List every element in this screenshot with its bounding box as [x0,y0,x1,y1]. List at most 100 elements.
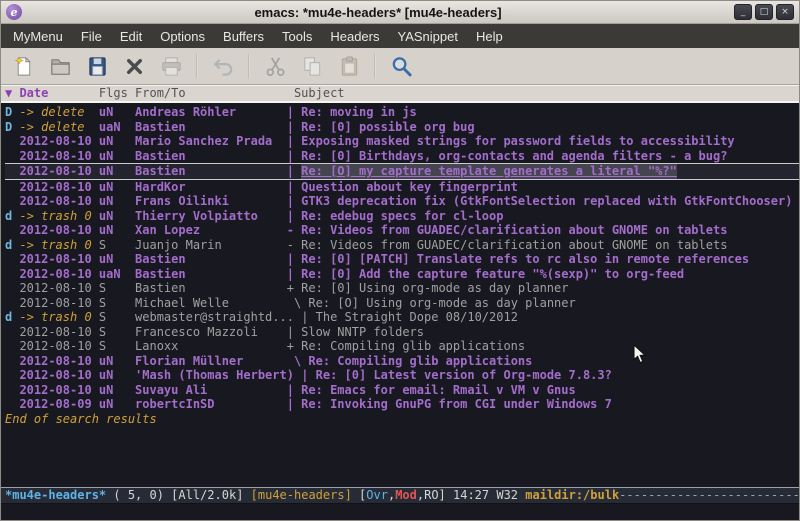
col-from: Bastien [135,149,287,164]
message-row[interactable]: 2012-08-09uNrobertcInSD| Re: Invoking Gn… [5,397,799,412]
message-row[interactable]: 2012-08-10uNXan Lopez- Re: Videos from G… [5,223,799,238]
message-row[interactable]: 2012-08-10uNSuvayu Ali| Re: Emacs for em… [5,383,799,398]
menu-edit[interactable]: Edit [111,26,151,47]
copy-icon [301,55,324,78]
col-date: 2012-08-10 [19,267,98,282]
col-prefix: | [287,134,301,149]
col-prefix: + [287,339,301,354]
message-row[interactable]: 2012-08-10uNHardKor| Question about key … [5,180,799,195]
col-from: HardKor [135,180,287,195]
titlebar[interactable]: e emacs: *mu4e-headers* [mu4e-headers] _… [1,1,799,24]
save-button[interactable] [82,51,112,81]
modeline-major-mode: [mu4e-headers] [251,488,352,502]
undo-icon [212,55,235,78]
message-row[interactable]: d-> trash 0uNThierry Volpiatto| Re: edeb… [5,209,799,224]
col-date: 2012-08-10 [19,354,98,369]
header-col-flags[interactable]: Flgs [99,86,135,101]
menu-help[interactable]: Help [467,26,512,47]
message-row[interactable]: 2012-08-10uN'Mash (Thomas Herbert)| Re: … [5,368,799,383]
col-prefix: | [287,164,301,179]
message-row[interactable]: D-> deleteuaNBastien| Re: [0] possible o… [5,120,799,135]
col-prefix: | [287,383,301,398]
message-row[interactable]: 2012-08-10SFrancesco Mazzoli| Slow NNTP … [5,325,799,340]
menu-buffers[interactable]: Buffers [214,26,273,47]
col-flags: uN [99,149,135,164]
modeline-modified-indicator: Mod [395,488,417,502]
message-row[interactable]: 2012-08-10uNMario Sanchez Prada| Exposin… [5,134,799,149]
message-row[interactable]: 2012-08-10SMichael Welle \ Re: [O] Using… [5,296,799,311]
emacs-icon: e [6,4,22,20]
col-flags: uN [99,252,135,267]
col-subject: Re: Compiling glib applications [301,339,525,354]
message-row[interactable]: d-> trash 0SJuanjo Marin- Re: Videos fro… [5,238,799,253]
header-col-from[interactable]: From/To [135,86,294,101]
col-flags: S [99,325,135,340]
close-buffer-button[interactable] [119,51,149,81]
col-from: webmaster@straightd... [135,310,301,325]
col-date: 2012-08-10 [19,368,98,383]
col-date: 2012-08-10 [19,223,98,238]
col-from: Juanjo Marin [135,238,287,253]
window-controls: _ □× [734,4,794,20]
headers-buffer[interactable]: D-> deleteuNAndreas Röhler| Re: moving i… [1,103,799,487]
col-date: 2012-08-10 [19,149,98,164]
menu-file[interactable]: File [72,26,111,47]
col-date: 2012-08-09 [19,397,98,412]
col-date: -> trash 0 [19,238,98,253]
minimize-icon: _ [741,7,746,17]
message-row[interactable]: 2012-08-10uNFlorian Müllner \ Re: Compil… [5,354,799,369]
col-prefix: | [287,325,301,340]
message-row[interactable]: 2012-08-10uaNBastien| Re: [0] Add the ca… [5,267,799,282]
message-row[interactable]: d-> trash 0Swebmaster@straightd...| The … [5,310,799,325]
col-subject: Question about key fingerprint [301,180,518,195]
message-row[interactable]: 2012-08-10uNBastien| Re: [0] [PATCH] Tra… [5,252,799,267]
menu-yasnippet[interactable]: YASnippet [388,26,466,47]
message-row[interactable]: D-> deleteuNAndreas Röhler| Re: moving i… [5,105,799,120]
menu-options[interactable]: Options [151,26,214,47]
col-flags: uN [99,368,135,383]
col-from: Bastien [135,252,287,267]
close-button[interactable]: × [776,4,794,20]
paste-icon [338,55,361,78]
mode-line: *mu4e-headers* ( 5, 0) [All/2.0k] [mu4e-… [1,487,799,504]
toolbar-separator [374,54,376,78]
col-subject: Re: [0] Birthdays, org-contacts and agen… [301,149,727,164]
search-button[interactable] [386,51,416,81]
modeline-readonly-indicator: ,RO] [417,488,453,502]
col-date: 2012-08-10 [19,180,98,195]
col-prefix: | [287,267,301,282]
message-row[interactable]: 2012-08-10uNFrans Oilinki| GTK3 deprecat… [5,194,799,209]
col-flags: uN [99,164,135,179]
minimize-button[interactable]: _ [734,4,752,20]
col-subject: Re: Videos from GUADEC/clarification abo… [301,223,727,238]
menu-mymenu[interactable]: MyMenu [4,26,72,47]
maximize-button[interactable]: □ [755,4,773,20]
col-date: 2012-08-10 [19,252,98,267]
col-flags: uN [99,194,135,209]
menu-headers[interactable]: Headers [321,26,388,47]
cut-button [260,51,290,81]
col-prefix: - [287,223,301,238]
paste-button [334,51,364,81]
message-row[interactable]: 2012-08-10uNBastien| Re: [O] my capture … [5,163,799,180]
header-col-subject[interactable]: Subject [294,86,345,101]
col-from: Xan Lopez [135,223,287,238]
message-row[interactable]: 2012-08-10SBastien+ Re: [0] Using org-mo… [5,281,799,296]
header-line: ▼ DateFlgsFrom/ToSubject [1,85,799,103]
col-date: -> delete [19,120,98,135]
col-subject: Re: edebug specs for cl-loop [301,209,503,224]
message-row[interactable]: 2012-08-10uNBastien| Re: [0] Birthdays, … [5,149,799,164]
search-icon [390,55,413,78]
header-col-date[interactable]: ▼ Date [5,86,99,101]
col-date: 2012-08-10 [19,383,98,398]
col-flags: uN [99,209,135,224]
col-prefix: + [287,281,301,296]
menu-tools[interactable]: Tools [273,26,321,47]
open-folder-button[interactable] [45,51,75,81]
col-mark: d [5,238,19,253]
col-from: robertcInSD [135,397,287,412]
message-row[interactable]: 2012-08-10SLanoxx+ Re: Compiling glib ap… [5,339,799,354]
col-subject: Re: [0] Latest version of Org-mode 7.8.3… [316,368,612,383]
toolbar [1,48,799,85]
new-file-button[interactable] [8,51,38,81]
